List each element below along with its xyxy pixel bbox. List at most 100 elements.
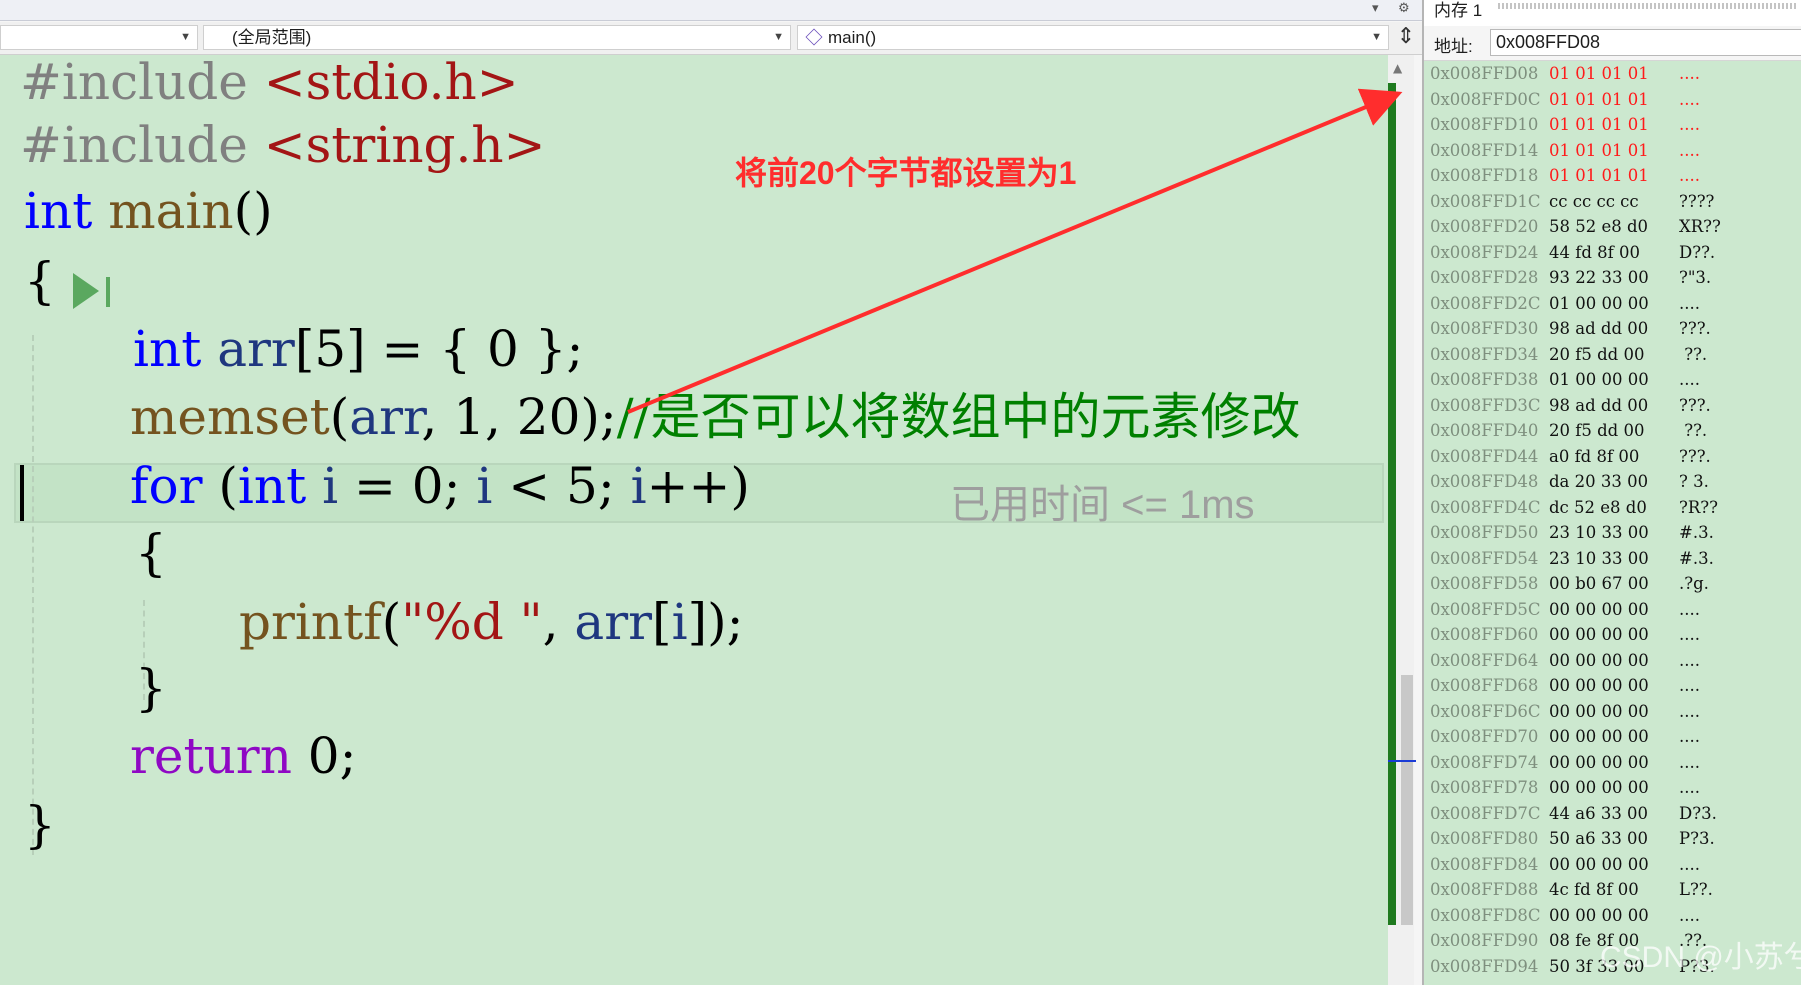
memory-ascii: .... <box>1679 625 1700 644</box>
memory-dump[interactable]: 0x008FFD08 01 01 01 01.... 0x008FFD0C 01 01… <box>1424 61 1801 985</box>
text-caret <box>20 465 24 521</box>
title-grip[interactable] <box>1498 3 1798 9</box>
memory-bytes: 00 00 00 00 <box>1549 676 1649 695</box>
memory-row[interactable]: 0x008FFD7C 44 a6 33 00 D?3. <box>1430 801 1717 826</box>
memory-address: 0x008FFD64 <box>1430 650 1539 670</box>
memory-row[interactable]: 0x008FFD34 20 f5 dd 00 ??. <box>1430 342 1707 367</box>
memory-row[interactable]: 0x008FFD10 01 01 01 01.... <box>1430 112 1700 137</box>
memory-ascii: L??. <box>1679 880 1713 899</box>
memory-row[interactable]: 0x008FFD68 00 00 00 00.... <box>1430 673 1700 698</box>
memory-row[interactable]: 0x008FFD0C 01 01 01 01.... <box>1430 87 1700 112</box>
function-combo[interactable]: main() ▼ <box>797 25 1389 50</box>
change-tracking-margin <box>1388 83 1396 925</box>
memory-address: 0x008FFD70 <box>1430 727 1539 746</box>
code-line-4: { <box>24 252 56 310</box>
memory-row[interactable]: 0x008FFD8C 00 00 00 00.... <box>1430 903 1700 928</box>
memory-row[interactable]: 0x008FFD08 01 01 01 01.... <box>1430 61 1700 86</box>
memory-address: 0x008FFD0C <box>1430 89 1541 109</box>
editor-vertical-scrollbar[interactable]: ▲ <box>1388 55 1416 985</box>
memory-row[interactable]: 0x008FFD3C 98 ad dd 00???. <box>1430 393 1711 418</box>
split-window-button[interactable]: ⇕ <box>1392 22 1420 54</box>
memory-row[interactable]: 0x008FFD40 20 f5 dd 00 ??. <box>1430 418 1707 443</box>
code-line-5: int arr[5] = { 0 }; <box>133 320 584 378</box>
memory-bytes: 00 00 00 00 <box>1549 625 1649 644</box>
memory-row[interactable]: 0x008FFD64 00 00 00 00.... <box>1430 648 1700 673</box>
memory-row[interactable]: 0x008FFD84 00 00 00 00.... <box>1430 852 1700 877</box>
memory-address: 0x008FFD58 <box>1430 574 1539 593</box>
memory-ascii: .... <box>1679 650 1700 670</box>
memory-ascii: .... <box>1679 293 1700 313</box>
memory-ascii: D?3. <box>1679 803 1717 823</box>
memory-row[interactable]: 0x008FFD50 23 10 33 00 #.3. <box>1430 520 1714 545</box>
memory-address: 0x008FFD48 <box>1430 472 1539 491</box>
memory-ascii: ???? <box>1679 191 1715 211</box>
code-editor[interactable]: #include <stdio.h> #include <string.h> i… <box>0 55 1388 985</box>
memory-ascii: #.3. <box>1679 523 1714 542</box>
memory-address: 0x008FFD54 <box>1430 548 1539 568</box>
memory-row[interactable]: 0x008FFD60 00 00 00 00.... <box>1430 622 1700 647</box>
memory-address: 0x008FFD74 <box>1430 752 1539 772</box>
memory-address: 0x008FFD24 <box>1430 242 1539 262</box>
memory-address: 0x008FFD80 <box>1430 829 1539 848</box>
memory-row[interactable]: 0x008FFD44 a0 fd 8f 00???. <box>1430 444 1711 469</box>
memory-row[interactable]: 0x008FFD74 00 00 00 00.... <box>1430 750 1700 775</box>
memory-row[interactable]: 0x008FFD38 01 00 00 00.... <box>1430 367 1700 392</box>
memory-row[interactable]: 0x008FFD18 01 01 01 01.... <box>1430 163 1700 188</box>
memory-row[interactable]: 0x008FFD78 00 00 00 00.... <box>1430 775 1700 800</box>
memory-row[interactable]: 0x008FFD58 00 b0 67 00 .?g. <box>1430 571 1709 596</box>
chevron-down-icon: ▼ <box>180 31 191 43</box>
memory-bytes: 23 10 33 00 <box>1549 548 1649 568</box>
memory-row[interactable]: 0x008FFD2C 01 00 00 00.... <box>1430 291 1700 316</box>
memory-address: 0x008FFD8C <box>1430 905 1541 925</box>
memory-address: 0x008FFD84 <box>1430 854 1539 874</box>
memory-row[interactable]: 0x008FFD4C dc 52 e8 d0 ?R?? <box>1430 495 1718 520</box>
memory-row[interactable]: 0x008FFD5C 00 00 00 00.... <box>1430 597 1700 622</box>
gear-icon[interactable]: ⚙ <box>1398 1 1410 16</box>
memory-address: 0x008FFD20 <box>1430 217 1539 236</box>
memory-address: 0x008FFD4C <box>1430 497 1541 517</box>
memory-row[interactable]: 0x008FFD88 4c fd 8f 00 L??. <box>1430 877 1713 902</box>
memory-address: 0x008FFD44 <box>1430 446 1539 466</box>
memory-bytes: 93 22 33 00 <box>1549 268 1649 287</box>
scope-combo[interactable]: (全局范围) ▼ <box>203 25 791 50</box>
memory-row[interactable]: 0x008FFD80 50 a6 33 00 P?3. <box>1430 826 1715 851</box>
memory-ascii: ??. <box>1679 344 1708 364</box>
scroll-up-icon[interactable]: ▲ <box>1393 61 1402 75</box>
scrollbar-thumb[interactable] <box>1401 675 1413 925</box>
memory-address: 0x008FFD3C <box>1430 395 1541 415</box>
chevron-down-icon: ▼ <box>773 31 784 43</box>
project-combo[interactable]: ▼ <box>0 25 198 50</box>
memory-row[interactable]: 0x008FFD28 93 22 33 00 ?"3. <box>1430 265 1711 290</box>
memory-row[interactable]: 0x008FFD6C 00 00 00 00.... <box>1430 699 1700 724</box>
memory-ascii: ???. <box>1679 395 1711 415</box>
memory-bytes: 00 00 00 00 <box>1549 599 1649 619</box>
memory-address: 0x008FFD78 <box>1430 778 1539 797</box>
memory-bytes: 00 00 00 00 <box>1549 701 1649 721</box>
memory-row[interactable]: 0x008FFD70 00 00 00 00.... <box>1430 724 1700 749</box>
memory-row[interactable]: 0x008FFD54 23 10 33 00 #.3. <box>1430 546 1714 571</box>
address-input[interactable]: 0x008FFD08 <box>1490 29 1801 56</box>
dropdown-arrow-icon[interactable]: ▾ <box>1372 1 1379 16</box>
caret-position-marker <box>1388 760 1416 762</box>
memory-row[interactable]: 0x008FFD48 da 20 33 00 ? 3. <box>1430 469 1709 494</box>
memory-ascii: .... <box>1679 752 1700 772</box>
memory-bytes: 00 00 00 00 <box>1549 650 1649 670</box>
memory-ascii: .... <box>1679 370 1700 389</box>
code-line-10: } <box>135 659 167 717</box>
memory-bytes: 44 a6 33 00 <box>1549 803 1649 823</box>
memory-address: 0x008FFD18 <box>1430 166 1539 185</box>
memory-row[interactable]: 0x008FFD20 58 52 e8 d0 XR?? <box>1430 214 1721 239</box>
memory-address: 0x008FFD28 <box>1430 268 1539 287</box>
memory-bytes: 01 01 01 01 <box>1549 140 1649 160</box>
memory-ascii: .... <box>1679 64 1700 83</box>
memory-row[interactable]: 0x008FFD24 44 fd 8f 00 D??. <box>1430 240 1715 265</box>
memory-row[interactable]: 0x008FFD30 98 ad dd 00???. <box>1430 316 1711 341</box>
memory-ascii: .... <box>1679 778 1700 797</box>
memory-row[interactable]: 0x008FFD1C cc cc cc cc???? <box>1430 189 1714 214</box>
memory-row[interactable]: 0x008FFD14 01 01 01 01.... <box>1430 138 1700 163</box>
memory-ascii: .... <box>1679 115 1700 134</box>
run-to-click-icon[interactable] <box>73 273 99 309</box>
code-line-2: #include <string.h> <box>20 116 546 174</box>
memory-address: 0x008FFD6C <box>1430 701 1541 721</box>
memory-ascii: ?"3. <box>1679 268 1712 287</box>
